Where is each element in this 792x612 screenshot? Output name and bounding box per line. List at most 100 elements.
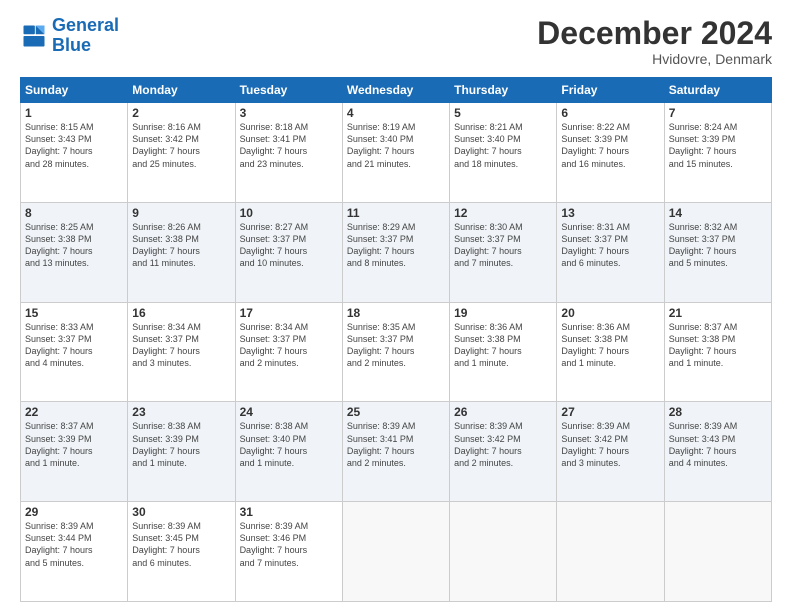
day-number: 28 <box>669 405 767 419</box>
calendar-cell: 20Sunrise: 8:36 AM Sunset: 3:38 PM Dayli… <box>557 302 664 402</box>
day-info: Sunrise: 8:39 AM Sunset: 3:42 PM Dayligh… <box>561 420 659 469</box>
calendar-week-4: 22Sunrise: 8:37 AM Sunset: 3:39 PM Dayli… <box>21 402 772 502</box>
day-info: Sunrise: 8:27 AM Sunset: 3:37 PM Dayligh… <box>240 221 338 270</box>
day-info: Sunrise: 8:39 AM Sunset: 3:41 PM Dayligh… <box>347 420 445 469</box>
day-info: Sunrise: 8:26 AM Sunset: 3:38 PM Dayligh… <box>132 221 230 270</box>
day-info: Sunrise: 8:39 AM Sunset: 3:43 PM Dayligh… <box>669 420 767 469</box>
day-number: 9 <box>132 206 230 220</box>
logo-line2: Blue <box>52 35 91 55</box>
calendar-cell <box>557 502 664 602</box>
day-number: 12 <box>454 206 552 220</box>
calendar-week-5: 29Sunrise: 8:39 AM Sunset: 3:44 PM Dayli… <box>21 502 772 602</box>
logo: General Blue <box>20 16 119 56</box>
calendar-cell: 9Sunrise: 8:26 AM Sunset: 3:38 PM Daylig… <box>128 202 235 302</box>
day-number: 18 <box>347 306 445 320</box>
day-number: 3 <box>240 106 338 120</box>
day-info: Sunrise: 8:39 AM Sunset: 3:46 PM Dayligh… <box>240 520 338 569</box>
day-info: Sunrise: 8:30 AM Sunset: 3:37 PM Dayligh… <box>454 221 552 270</box>
calendar-cell: 25Sunrise: 8:39 AM Sunset: 3:41 PM Dayli… <box>342 402 449 502</box>
day-info: Sunrise: 8:36 AM Sunset: 3:38 PM Dayligh… <box>561 321 659 370</box>
calendar-cell: 3Sunrise: 8:18 AM Sunset: 3:41 PM Daylig… <box>235 103 342 203</box>
weekday-header-sunday: Sunday <box>21 78 128 103</box>
calendar-cell: 29Sunrise: 8:39 AM Sunset: 3:44 PM Dayli… <box>21 502 128 602</box>
day-info: Sunrise: 8:31 AM Sunset: 3:37 PM Dayligh… <box>561 221 659 270</box>
day-info: Sunrise: 8:21 AM Sunset: 3:40 PM Dayligh… <box>454 121 552 170</box>
calendar-cell: 1Sunrise: 8:15 AM Sunset: 3:43 PM Daylig… <box>21 103 128 203</box>
calendar-cell: 30Sunrise: 8:39 AM Sunset: 3:45 PM Dayli… <box>128 502 235 602</box>
day-info: Sunrise: 8:24 AM Sunset: 3:39 PM Dayligh… <box>669 121 767 170</box>
logo-line1: General <box>52 15 119 35</box>
day-info: Sunrise: 8:25 AM Sunset: 3:38 PM Dayligh… <box>25 221 123 270</box>
day-number: 23 <box>132 405 230 419</box>
day-info: Sunrise: 8:16 AM Sunset: 3:42 PM Dayligh… <box>132 121 230 170</box>
month-title: December 2024 <box>537 16 772 51</box>
calendar-cell: 5Sunrise: 8:21 AM Sunset: 3:40 PM Daylig… <box>450 103 557 203</box>
calendar-cell: 7Sunrise: 8:24 AM Sunset: 3:39 PM Daylig… <box>664 103 771 203</box>
calendar-cell <box>664 502 771 602</box>
calendar-week-2: 8Sunrise: 8:25 AM Sunset: 3:38 PM Daylig… <box>21 202 772 302</box>
day-info: Sunrise: 8:37 AM Sunset: 3:39 PM Dayligh… <box>25 420 123 469</box>
day-info: Sunrise: 8:34 AM Sunset: 3:37 PM Dayligh… <box>240 321 338 370</box>
calendar-cell: 11Sunrise: 8:29 AM Sunset: 3:37 PM Dayli… <box>342 202 449 302</box>
calendar-cell <box>450 502 557 602</box>
day-number: 24 <box>240 405 338 419</box>
day-number: 1 <box>25 106 123 120</box>
day-number: 10 <box>240 206 338 220</box>
day-info: Sunrise: 8:39 AM Sunset: 3:44 PM Dayligh… <box>25 520 123 569</box>
calendar-table: SundayMondayTuesdayWednesdayThursdayFrid… <box>20 77 772 602</box>
day-info: Sunrise: 8:15 AM Sunset: 3:43 PM Dayligh… <box>25 121 123 170</box>
day-number: 15 <box>25 306 123 320</box>
calendar-cell: 12Sunrise: 8:30 AM Sunset: 3:37 PM Dayli… <box>450 202 557 302</box>
calendar-cell: 10Sunrise: 8:27 AM Sunset: 3:37 PM Dayli… <box>235 202 342 302</box>
day-info: Sunrise: 8:22 AM Sunset: 3:39 PM Dayligh… <box>561 121 659 170</box>
header: General Blue December 2024 Hvidovre, Den… <box>20 16 772 67</box>
weekday-header-thursday: Thursday <box>450 78 557 103</box>
logo-text: General Blue <box>52 16 119 56</box>
day-info: Sunrise: 8:36 AM Sunset: 3:38 PM Dayligh… <box>454 321 552 370</box>
calendar-header-row: SundayMondayTuesdayWednesdayThursdayFrid… <box>21 78 772 103</box>
calendar-week-1: 1Sunrise: 8:15 AM Sunset: 3:43 PM Daylig… <box>21 103 772 203</box>
day-number: 25 <box>347 405 445 419</box>
day-info: Sunrise: 8:38 AM Sunset: 3:39 PM Dayligh… <box>132 420 230 469</box>
calendar-cell: 23Sunrise: 8:38 AM Sunset: 3:39 PM Dayli… <box>128 402 235 502</box>
calendar-cell: 4Sunrise: 8:19 AM Sunset: 3:40 PM Daylig… <box>342 103 449 203</box>
day-info: Sunrise: 8:39 AM Sunset: 3:45 PM Dayligh… <box>132 520 230 569</box>
day-info: Sunrise: 8:35 AM Sunset: 3:37 PM Dayligh… <box>347 321 445 370</box>
calendar-cell: 8Sunrise: 8:25 AM Sunset: 3:38 PM Daylig… <box>21 202 128 302</box>
calendar-cell: 27Sunrise: 8:39 AM Sunset: 3:42 PM Dayli… <box>557 402 664 502</box>
day-info: Sunrise: 8:32 AM Sunset: 3:37 PM Dayligh… <box>669 221 767 270</box>
weekday-header-tuesday: Tuesday <box>235 78 342 103</box>
day-info: Sunrise: 8:38 AM Sunset: 3:40 PM Dayligh… <box>240 420 338 469</box>
day-number: 13 <box>561 206 659 220</box>
calendar-cell: 14Sunrise: 8:32 AM Sunset: 3:37 PM Dayli… <box>664 202 771 302</box>
day-number: 29 <box>25 505 123 519</box>
day-number: 31 <box>240 505 338 519</box>
day-info: Sunrise: 8:19 AM Sunset: 3:40 PM Dayligh… <box>347 121 445 170</box>
calendar-cell: 28Sunrise: 8:39 AM Sunset: 3:43 PM Dayli… <box>664 402 771 502</box>
day-number: 16 <box>132 306 230 320</box>
weekday-header-wednesday: Wednesday <box>342 78 449 103</box>
calendar-cell: 19Sunrise: 8:36 AM Sunset: 3:38 PM Dayli… <box>450 302 557 402</box>
day-info: Sunrise: 8:18 AM Sunset: 3:41 PM Dayligh… <box>240 121 338 170</box>
day-info: Sunrise: 8:33 AM Sunset: 3:37 PM Dayligh… <box>25 321 123 370</box>
calendar-cell: 17Sunrise: 8:34 AM Sunset: 3:37 PM Dayli… <box>235 302 342 402</box>
day-number: 14 <box>669 206 767 220</box>
day-number: 20 <box>561 306 659 320</box>
day-info: Sunrise: 8:34 AM Sunset: 3:37 PM Dayligh… <box>132 321 230 370</box>
day-number: 5 <box>454 106 552 120</box>
day-number: 19 <box>454 306 552 320</box>
day-number: 30 <box>132 505 230 519</box>
calendar-cell <box>342 502 449 602</box>
title-area: December 2024 Hvidovre, Denmark <box>537 16 772 67</box>
page: General Blue December 2024 Hvidovre, Den… <box>0 0 792 612</box>
day-number: 7 <box>669 106 767 120</box>
calendar-cell: 21Sunrise: 8:37 AM Sunset: 3:38 PM Dayli… <box>664 302 771 402</box>
weekday-header-saturday: Saturday <box>664 78 771 103</box>
day-number: 27 <box>561 405 659 419</box>
weekday-header-monday: Monday <box>128 78 235 103</box>
day-number: 21 <box>669 306 767 320</box>
calendar-cell: 6Sunrise: 8:22 AM Sunset: 3:39 PM Daylig… <box>557 103 664 203</box>
day-number: 6 <box>561 106 659 120</box>
day-number: 8 <box>25 206 123 220</box>
calendar-cell: 31Sunrise: 8:39 AM Sunset: 3:46 PM Dayli… <box>235 502 342 602</box>
